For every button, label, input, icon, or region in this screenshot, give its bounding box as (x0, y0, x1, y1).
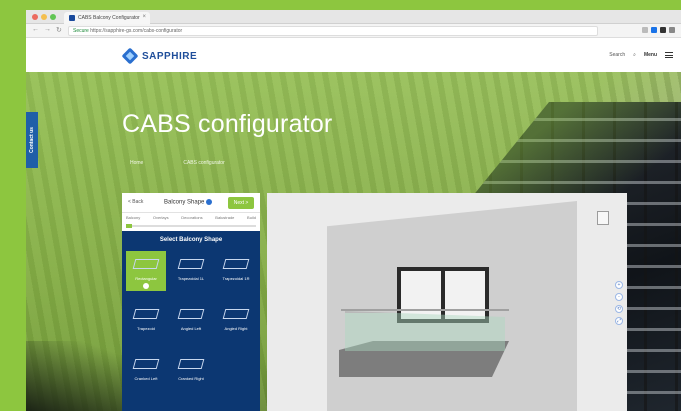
shape-option-cranked-right[interactable]: Cranked Right (171, 351, 211, 391)
logo-text: SAPPHIRE (142, 50, 198, 62)
shape-panel-title: Select Balcony Shape (159, 237, 223, 243)
hamburger-icon[interactable] (665, 52, 673, 58)
breadcrumb-home[interactable]: Home (130, 160, 143, 166)
app-screen: CABS Balcony Configurator × ← → ↻ Secure… (26, 10, 681, 411)
window-controls (32, 14, 56, 20)
shape-trapezoid-icon (177, 259, 205, 269)
step-title: Balcony Shape (164, 199, 213, 206)
menu-label[interactable]: Menu (644, 52, 657, 58)
shape-cranked-icon (177, 359, 205, 369)
breadcrumb-current: CABS configurator (183, 160, 225, 166)
browser-addressbar: ← → ↻ Secure https://sapphire-gs.com/cab… (26, 24, 681, 38)
shape-option-trapezoidal-1l[interactable]: Trapezoidal 1L (171, 251, 211, 291)
zoom-in-icon[interactable]: + (615, 281, 623, 289)
search-link[interactable]: Search (609, 52, 625, 58)
url-text: https://sapphire-gs.com/cabs-configurato… (90, 28, 183, 34)
balcony-3d-viewer[interactable]: + - ⟲ ⤢ (267, 193, 627, 411)
browser-tab[interactable]: CABS Balcony Configurator × (64, 12, 150, 24)
shape-label: Trapezoidal 1R (222, 276, 250, 281)
forward-arrow-icon[interactable]: → (44, 26, 51, 34)
browser-tabbar: CABS Balcony Configurator × (26, 10, 681, 24)
header-actions: Search ⌕ Menu (609, 52, 673, 58)
shape-label: Trapezoidal 1L (177, 276, 205, 281)
step-progress: Balcony Overlays Decorations Balustrade … (122, 213, 260, 231)
configurator-panel: < Back Balcony Shape Next > Balcony Over… (122, 193, 260, 411)
extension-icon[interactable] (651, 27, 657, 33)
handrail-render (341, 309, 509, 311)
shape-trapezoid-icon (132, 309, 160, 319)
more-icon[interactable] (669, 27, 675, 33)
page-title: CABS configurator (122, 110, 333, 138)
shape-selector: Select Balcony Shape Rectangular Trapezo… (122, 231, 260, 411)
contact-us-tab[interactable]: Contact us (26, 112, 38, 168)
shape-option-rectangular[interactable]: Rectangular (126, 251, 166, 291)
shape-option-angled-right[interactable]: Angled Right (216, 301, 256, 341)
close-window-icon[interactable] (32, 14, 38, 20)
tab-close-icon[interactable]: × (142, 14, 146, 20)
fullscreen-icon[interactable]: ⤢ (615, 317, 623, 325)
shape-rectangular-icon (132, 259, 160, 269)
next-button[interactable]: Next > (228, 197, 254, 209)
minimize-window-icon[interactable] (41, 14, 47, 20)
shape-option-trapezoidal-1r[interactable]: Trapezoidal 1R (216, 251, 256, 291)
viewer-controls: + - ⟲ ⤢ (615, 281, 623, 325)
shape-label: Cranked Left (134, 376, 158, 381)
info-icon[interactable] (206, 199, 213, 205)
shape-label: Angled Left (180, 326, 202, 331)
secure-label: Secure (73, 28, 89, 34)
breadcrumb: Home CABS configurator (130, 160, 225, 166)
rotate-icon[interactable]: ⟲ (615, 305, 623, 313)
shape-option-trapezoid[interactable]: Trapezoid (126, 301, 166, 341)
shape-label: Cranked Right (178, 376, 204, 381)
shape-cranked-icon (132, 359, 160, 369)
maximize-window-icon[interactable] (50, 14, 56, 20)
browser-nav: ← → ↻ (32, 26, 62, 34)
progress-fill (126, 224, 132, 228)
zoom-out-icon[interactable]: - (615, 293, 623, 301)
progress-track (126, 225, 256, 227)
shape-label: Angled Right (224, 326, 248, 331)
extension-icons (642, 27, 675, 33)
step-title-text: Balcony Shape (164, 199, 205, 206)
favicon-icon (69, 15, 75, 21)
shape-angled-icon (222, 309, 250, 319)
sapphire-logo[interactable]: SAPPHIRE (122, 48, 197, 64)
shape-option-cranked-left[interactable]: Cranked Left (126, 351, 166, 391)
selected-check-icon (143, 283, 149, 289)
logo-diamond-icon (122, 48, 138, 64)
reload-icon[interactable]: ↻ (56, 26, 62, 34)
shape-trapezoid-icon (222, 259, 250, 269)
search-icon[interactable]: ⌕ (633, 52, 636, 58)
back-arrow-icon[interactable]: ← (32, 26, 39, 34)
extension-icon[interactable] (660, 27, 666, 33)
shape-option-angled-left[interactable]: Angled Left (171, 301, 211, 341)
site-header: SAPPHIRE Search ⌕ Menu (26, 39, 681, 72)
shape-label: Trapezoid (137, 326, 155, 331)
bookmark-icon[interactable] (642, 27, 648, 33)
shape-label: Rectangular (135, 276, 157, 281)
tab-title: CABS Balcony Configurator (78, 15, 140, 21)
shape-angled-icon (177, 309, 205, 319)
configurator-toolbar: < Back Balcony Shape Next > (122, 193, 260, 213)
glass-balustrade-render (345, 311, 505, 351)
url-field[interactable]: Secure https://sapphire-gs.com/cabs-conf… (68, 26, 598, 36)
contact-us-label: Contact us (29, 127, 35, 153)
back-button[interactable]: < Back (128, 199, 143, 205)
view-cube-icon[interactable] (597, 211, 609, 225)
